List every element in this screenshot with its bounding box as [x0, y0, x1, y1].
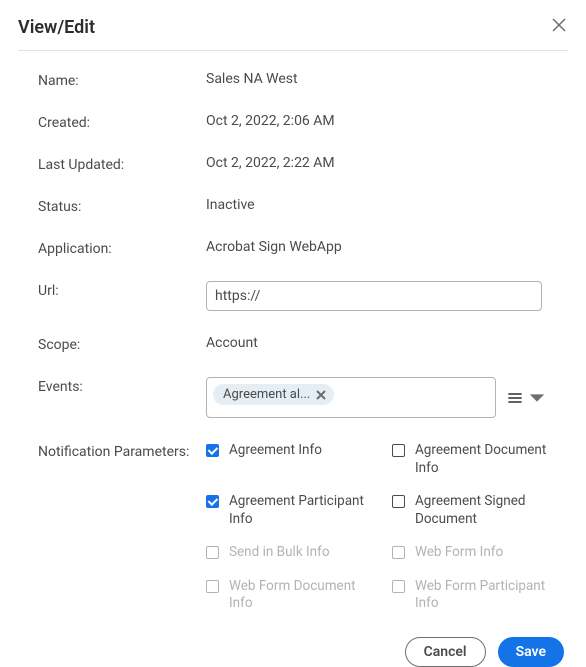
row-url: Url: — [38, 281, 568, 311]
checkbox-web-form-participant-info — [392, 580, 405, 593]
updated-value: Oct 2, 2022, 2:22 AM — [206, 155, 568, 171]
checkbox-web-form-info — [392, 546, 405, 559]
checkbox-agreement-participant-info[interactable] — [206, 495, 219, 508]
form-body: Name: Sales NA West Created: Oct 2, 2022… — [18, 71, 568, 613]
event-tag: Agreement al... — [213, 384, 334, 405]
cancel-button[interactable]: Cancel — [405, 637, 486, 667]
events-list-toggle[interactable] — [504, 377, 548, 418]
label-web-form-info: Web Form Info — [415, 544, 509, 562]
close-button[interactable] — [550, 16, 568, 38]
events-multiselect[interactable]: Agreement al... — [206, 377, 496, 418]
status-label: Status: — [38, 197, 206, 215]
param-web-form-info: Web Form Info — [392, 544, 568, 562]
event-tag-remove[interactable] — [316, 390, 326, 400]
label-web-form-document-info: Web Form Document Info — [229, 578, 382, 613]
dialog-footer: Cancel Save — [18, 637, 568, 667]
created-label: Created: — [38, 113, 206, 131]
chevron-down-icon — [528, 389, 546, 407]
name-label: Name: — [38, 71, 206, 89]
url-input[interactable] — [206, 281, 542, 311]
label-agreement-signed-document: Agreement Signed Document — [415, 493, 568, 528]
param-agreement-signed-document: Agreement Signed Document — [392, 493, 568, 528]
checkbox-agreement-document-info[interactable] — [392, 444, 405, 457]
row-name: Name: Sales NA West — [38, 71, 568, 89]
close-icon — [552, 18, 566, 32]
label-agreement-document-info: Agreement Document Info — [415, 442, 568, 477]
event-tag-label: Agreement al... — [223, 387, 310, 402]
row-notification-params: Notification Parameters: Agreement Info … — [38, 442, 568, 613]
row-created: Created: Oct 2, 2022, 2:06 AM — [38, 113, 568, 131]
label-send-in-bulk-info: Send in Bulk Info — [229, 544, 336, 562]
label-agreement-participant-info: Agreement Participant Info — [229, 493, 382, 528]
row-updated: Last Updated: Oct 2, 2022, 2:22 AM — [38, 155, 568, 173]
close-icon — [316, 390, 326, 400]
param-web-form-participant-info: Web Form Participant Info — [392, 578, 568, 613]
dialog-header: View/Edit — [18, 16, 568, 51]
label-agreement-info: Agreement Info — [229, 442, 328, 460]
scope-label: Scope: — [38, 335, 206, 353]
params-label: Notification Parameters: — [38, 442, 206, 460]
param-agreement-participant-info: Agreement Participant Info — [206, 493, 382, 528]
row-scope: Scope: Account — [38, 335, 568, 353]
label-web-form-participant-info: Web Form Participant Info — [415, 578, 568, 613]
param-agreement-document-info: Agreement Document Info — [392, 442, 568, 477]
checkbox-agreement-signed-document[interactable] — [392, 495, 405, 508]
save-button[interactable]: Save — [498, 637, 564, 667]
dialog-title: View/Edit — [18, 17, 95, 38]
params-grid: Agreement Info Agreement Document Info A… — [206, 442, 568, 613]
application-label: Application: — [38, 239, 206, 257]
param-send-in-bulk-info: Send in Bulk Info — [206, 544, 382, 562]
url-label: Url: — [38, 281, 206, 299]
scope-value: Account — [206, 335, 568, 351]
list-icon — [506, 389, 524, 407]
updated-label: Last Updated: — [38, 155, 206, 173]
events-label: Events: — [38, 377, 206, 395]
checkbox-web-form-document-info — [206, 580, 219, 593]
param-web-form-document-info: Web Form Document Info — [206, 578, 382, 613]
application-value: Acrobat Sign WebApp — [206, 239, 568, 255]
name-value: Sales NA West — [206, 71, 568, 87]
created-value: Oct 2, 2022, 2:06 AM — [206, 113, 568, 129]
row-events: Events: Agreement al... — [38, 377, 568, 418]
row-status: Status: Inactive — [38, 197, 568, 215]
checkbox-agreement-info[interactable] — [206, 444, 219, 457]
row-application: Application: Acrobat Sign WebApp — [38, 239, 568, 257]
status-value: Inactive — [206, 197, 568, 213]
checkbox-send-in-bulk-info — [206, 546, 219, 559]
param-agreement-info: Agreement Info — [206, 442, 382, 477]
